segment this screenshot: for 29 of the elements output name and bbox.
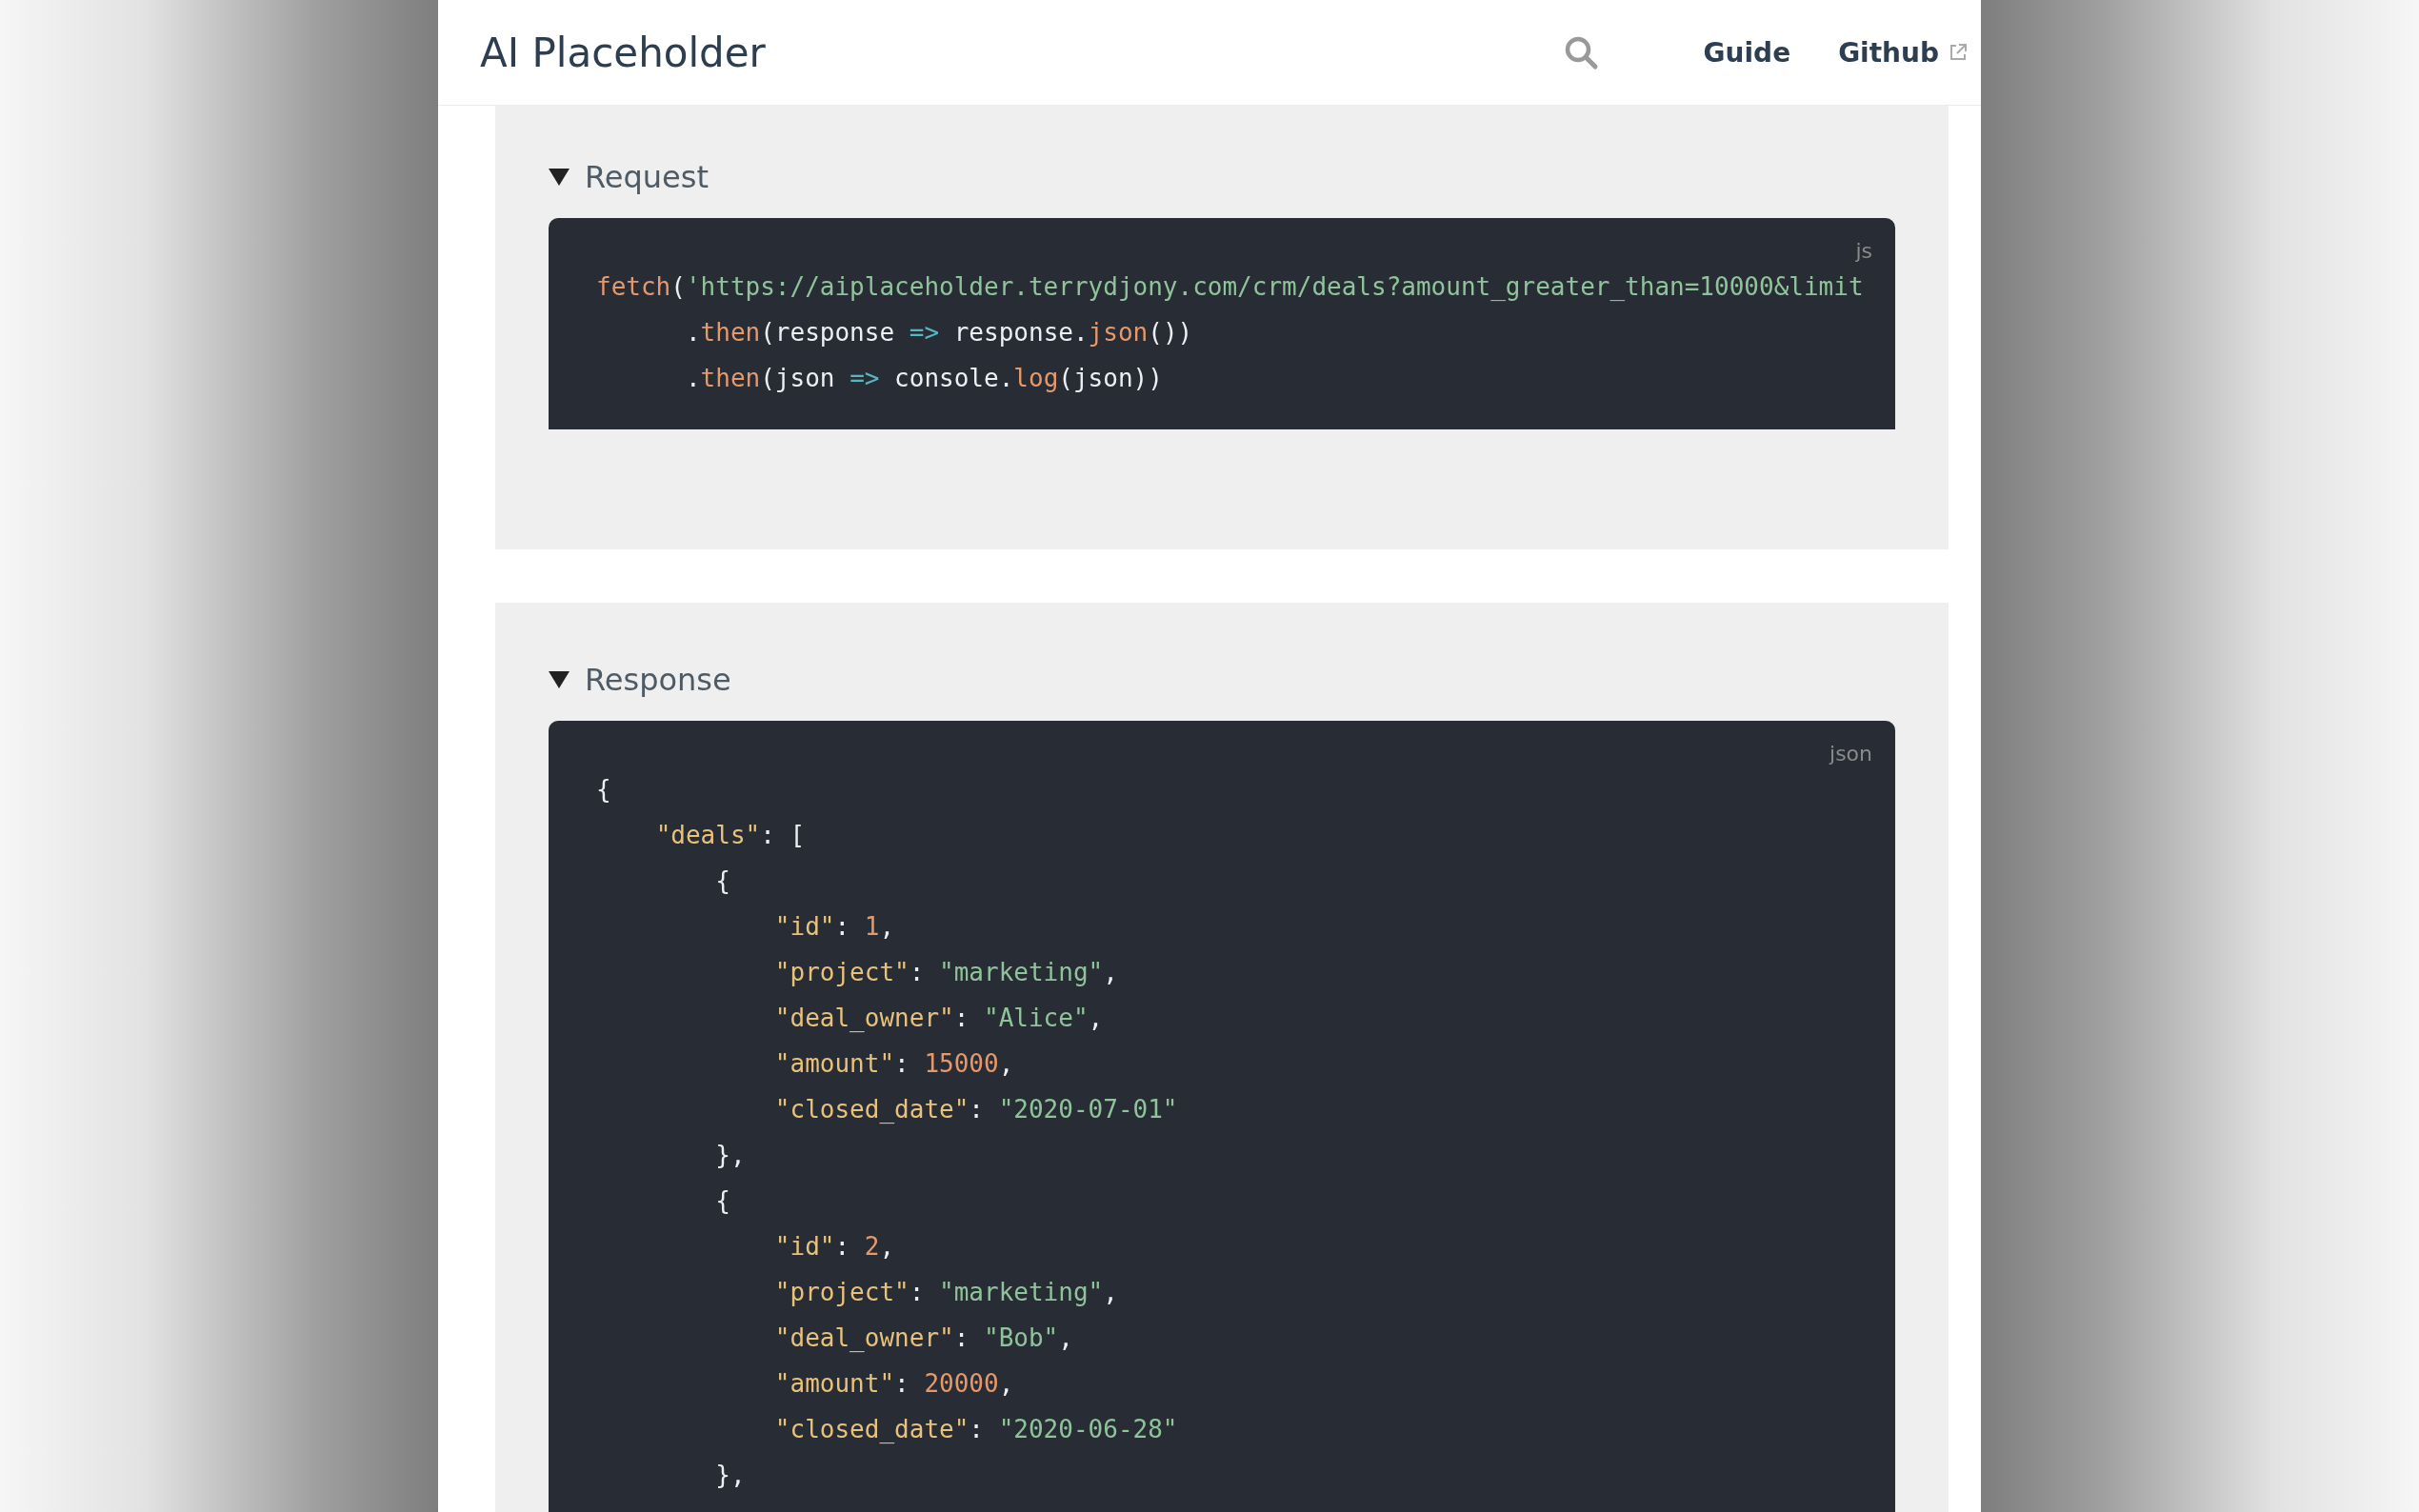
code-line: "closed_date": "2020-07-01" bbox=[774, 1095, 1178, 1124]
code-line: fetch('https://aiplaceholder.terrydjony.com/crm/deals?amount_greater_than=10000&limit bbox=[596, 272, 1864, 301]
code-line: .then(json => console.log(json)) bbox=[685, 364, 1163, 392]
code-line: { bbox=[596, 775, 611, 804]
language-label: js bbox=[1855, 239, 1872, 263]
code-line: "project": "marketing", bbox=[774, 958, 1118, 986]
site-title: AI Placeholder bbox=[480, 29, 767, 76]
code-line: "project": "marketing", bbox=[774, 1278, 1118, 1306]
external-link-icon bbox=[1949, 43, 1968, 62]
section-toggle[interactable]: Request bbox=[549, 159, 1895, 195]
code-line: }, bbox=[715, 1461, 746, 1489]
nav-link[interactable]: Guide bbox=[1703, 36, 1791, 69]
code-line: "deal_owner": "Bob", bbox=[774, 1323, 1073, 1352]
language-label: json bbox=[1829, 742, 1872, 766]
code-line: .then(response => response.json()) bbox=[685, 318, 1193, 347]
code-line: "id": 1, bbox=[774, 912, 895, 941]
caret-icon bbox=[549, 169, 570, 186]
code-line: "closed_date": "2020-06-28" bbox=[774, 1415, 1178, 1443]
code-line: "amount": 20000, bbox=[774, 1369, 1014, 1398]
code-line: "deals": [ bbox=[655, 821, 806, 849]
section-toggle[interactable]: Response bbox=[549, 662, 1895, 698]
code-line: { bbox=[715, 1186, 730, 1215]
code-line: "amount": 15000, bbox=[774, 1049, 1014, 1078]
code-line: "deal_owner": "Alice", bbox=[774, 1004, 1104, 1032]
code-line: "id": 2, bbox=[774, 1232, 895, 1261]
code-line: { bbox=[715, 866, 730, 895]
code-line: }, bbox=[715, 1141, 746, 1169]
nav-link[interactable]: Github bbox=[1838, 36, 1968, 69]
caret-icon bbox=[549, 671, 570, 688]
